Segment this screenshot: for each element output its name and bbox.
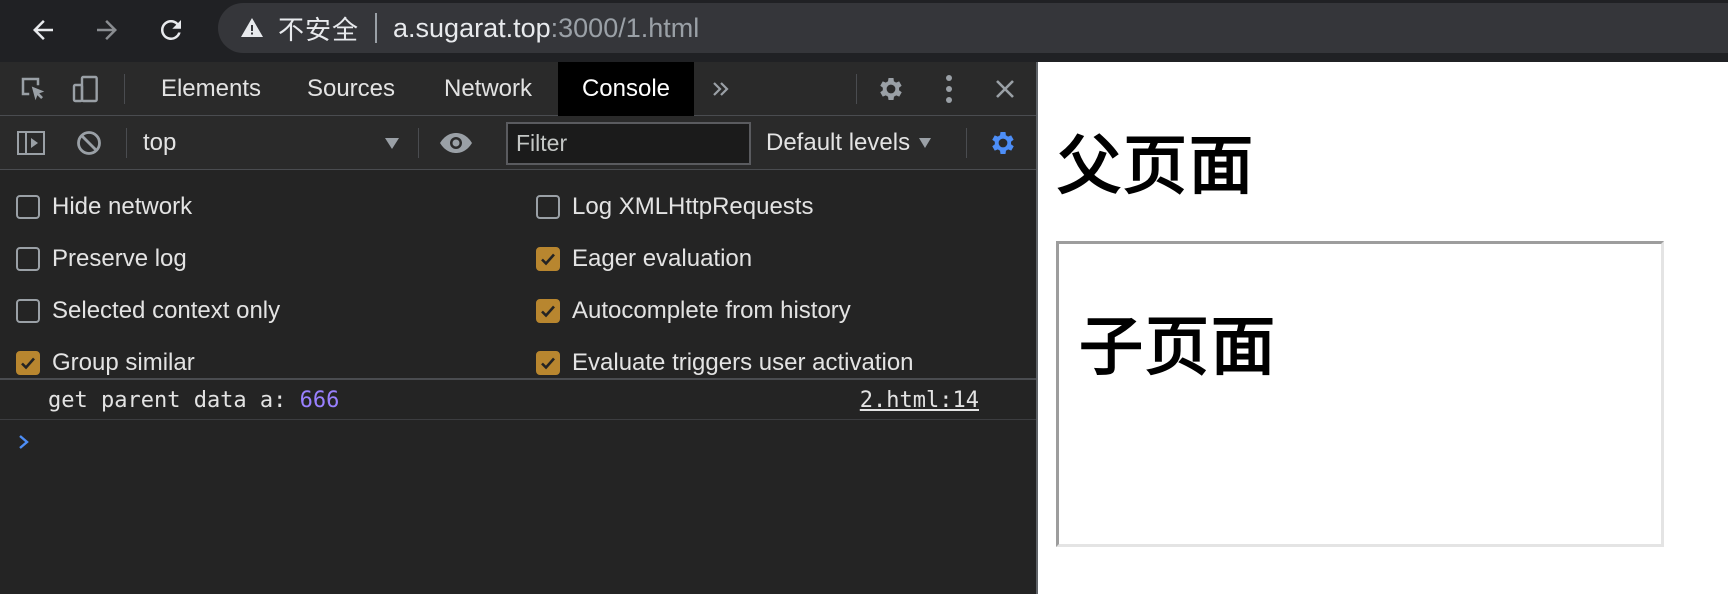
console-message-text: get parent data a: 666 (48, 388, 339, 413)
devtools-panel: Elements Sources Network Console top Fil… (0, 62, 1038, 594)
checkmark-icon (21, 357, 35, 370)
checkmark-icon (541, 357, 555, 370)
console-toolbar: top Default levels (0, 116, 1036, 170)
address-bar[interactable]: 不安全 a.sugarat.top:3000/1.html (218, 3, 1728, 53)
more-tabs-button[interactable] (704, 74, 738, 104)
url-text[interactable]: a.sugarat.top:3000/1.html (393, 13, 699, 44)
inspect-element-button[interactable] (16, 72, 50, 106)
console-message: get parent data a: 666 2.html:14 (0, 382, 1036, 420)
reload-icon (160, 19, 181, 40)
preserve-log-checkbox[interactable] (16, 247, 40, 271)
back-button[interactable] (18, 5, 68, 55)
tab-elements[interactable]: Elements (140, 62, 282, 116)
forward-button[interactable] (82, 5, 132, 55)
selected-context-only-checkbox[interactable] (16, 299, 40, 323)
eager-evaluation-checkbox[interactable] (536, 247, 560, 271)
device-icon (72, 75, 98, 103)
console-source-link[interactable]: 2.html:14 (860, 388, 979, 413)
group-similar-checkbox[interactable] (16, 351, 40, 375)
option-label: Preserve log (52, 245, 187, 272)
live-expression-button[interactable] (436, 128, 476, 158)
option-label: Evaluate triggers user activation (572, 349, 914, 376)
evaluate-triggers-user-activation-checkbox[interactable] (536, 351, 560, 375)
hide-network-option[interactable]: Hide network (16, 192, 192, 222)
devtools-tabbar: Elements Sources Network Console (0, 62, 1036, 116)
option-label: Log XMLHttpRequests (572, 193, 814, 220)
tab-console[interactable]: Console (558, 62, 694, 116)
clear-icon (77, 131, 101, 155)
execution-context-selector[interactable]: top (143, 129, 176, 157)
log-xmlhttprequests-checkbox[interactable] (536, 195, 560, 219)
gear-icon (992, 132, 1014, 154)
group-similar-option[interactable]: Group similar (16, 348, 195, 378)
show-sidebar-button[interactable] (14, 126, 48, 160)
toolbar-divider (126, 128, 127, 158)
url-host: a.sugarat.top (393, 12, 551, 43)
selected-context-only-option[interactable]: Selected context only (16, 296, 280, 326)
autocomplete-from-history-option[interactable]: Autocomplete from history (536, 296, 851, 326)
browser-toolbar: 不安全 a.sugarat.top:3000/1.html (0, 0, 1728, 62)
page-viewport: 父页面 子页面 (1040, 62, 1728, 594)
close-devtools-button[interactable] (988, 72, 1022, 106)
toolbar-divider (418, 128, 419, 158)
console-message-value: 666 (299, 388, 340, 413)
autocomplete-from-history-checkbox[interactable] (536, 299, 560, 323)
hide-network-checkbox[interactable] (16, 195, 40, 219)
console-settings-pane: Hide network Preserve log Selected conte… (0, 170, 1036, 380)
warning-icon[interactable] (240, 16, 264, 40)
option-label: Group similar (52, 349, 195, 376)
caret-down-icon[interactable] (384, 136, 400, 150)
gear-icon (880, 78, 902, 100)
arrow-right-icon (97, 20, 117, 40)
console-prompt-icon[interactable] (16, 434, 32, 450)
option-label: Autocomplete from history (572, 297, 851, 324)
preserve-log-option[interactable]: Preserve log (16, 244, 187, 274)
log-xmlhttprequests-option[interactable]: Log XMLHttpRequests (536, 192, 813, 222)
caret-down-icon[interactable] (918, 137, 932, 149)
url-path: :3000/1.html (550, 12, 700, 43)
chevron-double-right-icon (713, 82, 729, 96)
not-secure-label[interactable]: 不安全 (278, 10, 359, 47)
toolbar-divider (856, 74, 857, 104)
toolbar-divider (966, 128, 967, 158)
eager-evaluation-option[interactable]: Eager evaluation (536, 244, 752, 274)
option-label: Eager evaluation (572, 245, 753, 272)
tab-network[interactable]: Network (420, 62, 556, 116)
omnibox-divider (375, 13, 378, 43)
evaluate-triggers-user-activation-option[interactable]: Evaluate triggers user activation (536, 348, 914, 378)
toolbar-divider (124, 74, 125, 104)
sidebar-toggle-icon (17, 131, 45, 155)
child-page-heading: 子页面 (1079, 311, 1277, 385)
checkmark-icon (541, 253, 555, 266)
tab-sources[interactable]: Sources (284, 62, 418, 116)
arrow-left-icon (33, 20, 53, 40)
console-message-prefix: get parent data a: (48, 388, 300, 413)
child-iframe[interactable]: 子页面 (1056, 241, 1664, 547)
option-label: Selected context only (52, 297, 281, 324)
clear-console-button[interactable] (72, 126, 106, 160)
checkmark-icon (541, 305, 555, 318)
reload-button[interactable] (146, 5, 196, 55)
kebab-menu-icon (946, 75, 952, 103)
console-settings-button[interactable] (986, 126, 1020, 160)
inspect-cursor-icon (21, 77, 45, 101)
device-toolbar-button[interactable] (68, 72, 104, 106)
parent-page-heading: 父页面 (1057, 130, 1255, 204)
close-icon (996, 80, 1014, 98)
option-label: Hide network (52, 193, 193, 220)
devtools-settings-button[interactable] (874, 72, 908, 106)
log-levels-dropdown[interactable]: Default levels (766, 129, 910, 157)
console-filter-input[interactable] (506, 122, 751, 165)
eye-icon (440, 133, 472, 153)
more-options-button[interactable] (934, 72, 964, 106)
